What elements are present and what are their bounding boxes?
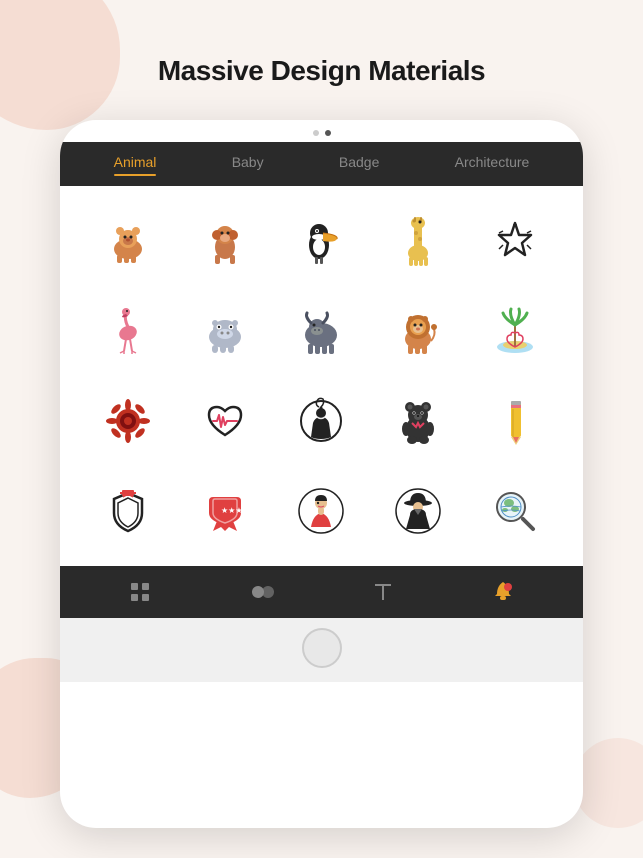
category-badge[interactable]: Badge <box>339 154 379 174</box>
bottom-toolbar <box>60 566 583 618</box>
icon-toucan[interactable] <box>286 206 356 276</box>
icon-giraffe[interactable] <box>383 206 453 276</box>
icon-flamingo[interactable] <box>93 296 163 366</box>
home-button[interactable] <box>302 628 342 668</box>
toolbar-text-tool[interactable] <box>371 580 395 604</box>
category-baby[interactable]: Baby <box>232 154 264 174</box>
icon-row-4: ★★★ <box>60 466 583 556</box>
icon-monkey[interactable] <box>190 206 260 276</box>
icon-star-sketch[interactable] <box>480 206 550 276</box>
icon-lion-full[interactable] <box>383 296 453 366</box>
device-frame: Animal Baby Badge Architecture <box>60 120 583 828</box>
category-animal[interactable]: Animal <box>114 154 157 174</box>
icon-bull[interactable] <box>286 296 356 366</box>
home-button-area <box>60 618 583 682</box>
icon-shield-badge[interactable] <box>93 476 163 546</box>
dot-1 <box>313 130 319 136</box>
device-indicator-dots <box>60 120 583 142</box>
page-title: Massive Design Materials <box>0 55 643 87</box>
toolbar-notification-tool[interactable] <box>491 580 515 604</box>
icon-ribbon-badge[interactable]: ★★★ <box>190 476 260 546</box>
icon-hippo[interactable] <box>190 296 260 366</box>
icon-lady-figure[interactable] <box>286 476 356 546</box>
icon-row-2 <box>60 286 583 376</box>
icon-row-1 <box>60 196 583 286</box>
toolbar-grid-tool[interactable] <box>128 580 152 604</box>
decorative-blob-bottom-right <box>573 738 643 828</box>
icon-heart-monitor[interactable] <box>190 386 260 456</box>
icon-woman-figure[interactable] <box>286 386 356 456</box>
icon-teddy-bear[interactable] <box>383 386 453 456</box>
category-architecture[interactable]: Architecture <box>455 154 530 174</box>
icon-lion-cub[interactable] <box>93 206 163 276</box>
toolbar-layers-tool[interactable] <box>248 580 276 604</box>
category-nav: Animal Baby Badge Architecture <box>60 142 583 186</box>
icon-grid: ★★★ <box>60 186 583 566</box>
icon-hat-figure[interactable] <box>383 476 453 546</box>
icon-pencil[interactable] <box>480 386 550 456</box>
icon-row-3 <box>60 376 583 466</box>
icon-tropical[interactable] <box>480 296 550 366</box>
icon-magnifier-globe[interactable] <box>480 476 550 546</box>
icon-sunflower-badge[interactable] <box>93 386 163 456</box>
svg-text:★★★: ★★★ <box>221 506 243 515</box>
dot-2 <box>325 130 331 136</box>
